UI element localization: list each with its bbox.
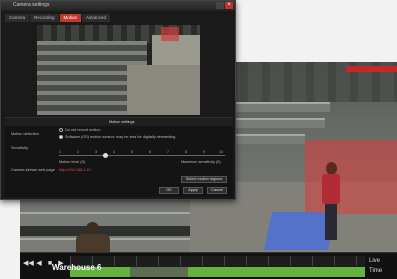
preview-motion-region[interactable]: [161, 27, 179, 41]
time-label: Time: [369, 268, 383, 274]
minimize-icon[interactable]: [216, 2, 224, 9]
motion-detection-label: Motion detection: [11, 132, 39, 136]
scale-tick: 7: [167, 150, 169, 154]
sensitivity-label: Sensitivity: [11, 146, 29, 150]
timeline[interactable]: [70, 256, 365, 277]
option-software-motion: Software (OS) motion sensor; may be less…: [65, 135, 176, 139]
apply-button[interactable]: Apply: [183, 187, 203, 194]
tab-bar: Camera Recording Motion Advanced: [5, 14, 111, 22]
shelf: [235, 134, 305, 144]
person-figure: [320, 162, 342, 240]
tab-camera[interactable]: Camera: [5, 14, 30, 22]
camera-header-bar: [346, 66, 397, 72]
timeline-ticks: [70, 256, 365, 266]
motion-region-red[interactable]: [305, 140, 397, 214]
scale-tick: 9: [203, 150, 205, 154]
radio-software-motion[interactable]: [59, 135, 63, 139]
option-no-motion: Do not record motion: [65, 128, 101, 132]
tab-advanced[interactable]: Advanced: [82, 14, 111, 22]
sensitivity-slider[interactable]: [59, 155, 225, 156]
max-sensitivity-label: Maximum sensitivity (5): [181, 160, 221, 164]
scale-tick: 3: [95, 150, 97, 154]
tab-motion[interactable]: Motion: [59, 14, 82, 22]
scale-tick: 5: [131, 150, 133, 154]
live-label: Live: [369, 258, 381, 264]
motion-settings-panel: Motion settings Motion detection Do not …: [5, 117, 233, 197]
select-motion-regions-button[interactable]: Select motion regions: [181, 176, 227, 183]
sensitivity-slider-thumb[interactable]: [103, 153, 108, 158]
step-back-icon[interactable]: ◀: [34, 259, 44, 269]
motion-level-label: Motion level (0): [59, 160, 85, 164]
tab-recording[interactable]: Recording: [30, 14, 59, 22]
cancel-button[interactable]: Cancel: [207, 187, 227, 194]
scale-tick: 10: [219, 150, 223, 154]
panel-header: Motion settings: [5, 118, 233, 126]
camera-settings-dialog: Camera settings × Camera Recording Motio…: [0, 0, 236, 200]
timeline-track: [130, 267, 188, 277]
timeline-track: [188, 267, 365, 277]
scale-tick: 1: [59, 150, 61, 154]
rewind-icon[interactable]: ◀◀: [23, 259, 34, 269]
camera-stream-label: Camera stream web page: [11, 168, 55, 172]
ok-button[interactable]: OK: [159, 187, 179, 194]
close-icon[interactable]: ×: [225, 2, 233, 9]
scale-tick: 4: [113, 150, 115, 154]
shelf: [235, 118, 325, 128]
preview-floor: [127, 65, 200, 115]
scale-tick: 2: [77, 150, 79, 154]
radio-no-motion[interactable]: [59, 128, 63, 132]
scale-tick: 8: [185, 150, 187, 154]
camera-stream-link[interactable]: http://192.168.1.10: [59, 168, 91, 172]
scale-tick: 6: [149, 150, 151, 154]
camera-preview[interactable]: [37, 25, 200, 115]
dialog-title: Camera settings: [13, 2, 50, 8]
panel-title: Motion settings: [109, 120, 135, 124]
shelf: [235, 102, 330, 112]
dialog-titlebar[interactable]: Camera settings ×: [1, 1, 235, 11]
camera-track-label: Warehouse 6: [52, 263, 102, 272]
